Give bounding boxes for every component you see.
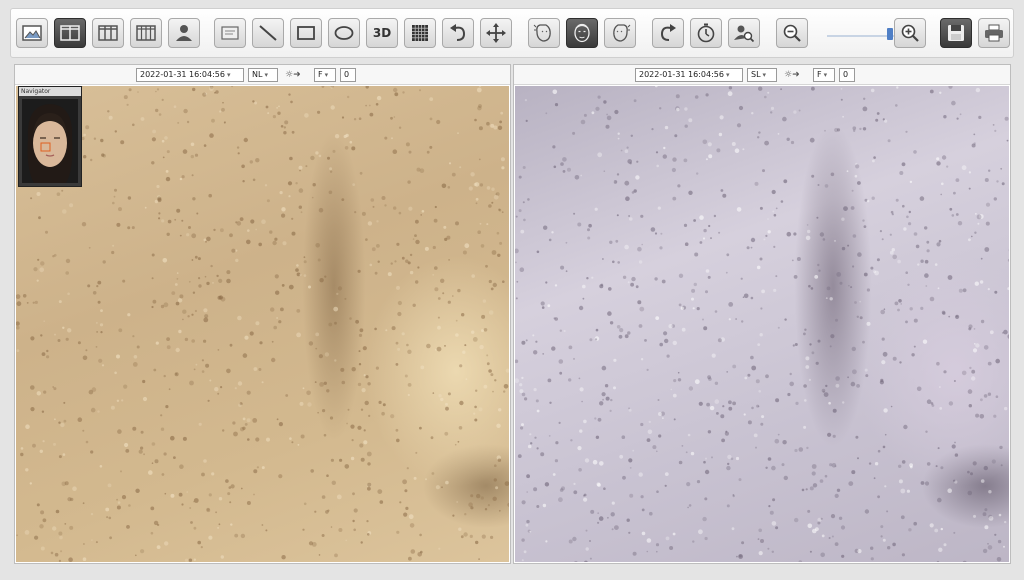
timer-button[interactable]: [690, 18, 722, 48]
left-view: F: [318, 70, 323, 79]
grid-icon: [412, 25, 428, 41]
face-left-button[interactable]: [528, 18, 560, 48]
user-search-icon: [734, 25, 755, 43]
zoom-out-button[interactable]: [776, 18, 808, 48]
chevron-down-icon: ▾: [226, 71, 231, 79]
print-button[interactable]: [978, 18, 1010, 48]
right-light-mode: SL: [751, 70, 761, 79]
layout-two-icon: [60, 25, 80, 41]
face-thumbnail-icon[interactable]: [22, 99, 78, 183]
right-view: F: [817, 70, 822, 79]
zoom-in-button[interactable]: [894, 18, 926, 48]
layout-four-button[interactable]: [130, 18, 162, 48]
print-icon: [985, 24, 1003, 42]
left-skin-image[interactable]: [16, 86, 509, 562]
right-skin-texture: [515, 86, 1009, 562]
light-direction-icon[interactable]: ☼➜: [285, 68, 301, 82]
right-counter: 0: [839, 68, 855, 82]
move-button[interactable]: [480, 18, 512, 48]
undo-button[interactable]: [442, 18, 474, 48]
left-counter: 0: [340, 68, 356, 82]
grid-button[interactable]: [404, 18, 436, 48]
face-front-icon: [574, 23, 590, 43]
rectangle-button[interactable]: [290, 18, 322, 48]
3d-button[interactable]: 3D: [366, 18, 398, 48]
undo-icon: [450, 24, 466, 41]
face-left-icon: [533, 24, 551, 42]
line-button[interactable]: [252, 18, 284, 48]
left-counter-value: 0: [344, 70, 350, 79]
user-button[interactable]: [168, 18, 200, 48]
3d-icon: 3D: [372, 26, 392, 40]
layout-three-button[interactable]: [92, 18, 124, 48]
left-view-select[interactable]: F ▾: [314, 68, 336, 82]
navigator-title: Navigator: [19, 87, 81, 96]
chevron-down-icon: ▾: [823, 71, 828, 79]
light-direction-icon[interactable]: ☼➜: [784, 68, 800, 82]
layout-two-button[interactable]: [54, 18, 86, 48]
left-light-mode-select[interactable]: NL ▾: [248, 68, 278, 82]
right-counter-value: 0: [843, 70, 849, 79]
textbox-button[interactable]: [214, 18, 246, 48]
left-datetime: 2022-01-31 16:04:56: [140, 70, 225, 79]
image-icon: [22, 25, 42, 41]
zoom-slider[interactable]: [827, 28, 897, 40]
navigator-panel[interactable]: Navigator: [18, 86, 82, 187]
redo-icon: [660, 24, 676, 41]
timer-icon: [697, 23, 715, 43]
zoom-in-icon: [901, 24, 919, 42]
image-button[interactable]: [16, 18, 48, 48]
right-pane-header: 2022-01-31 16:04:56 ▾ SL ▾ ☼➜ F ▾ 0: [514, 65, 1010, 85]
save-icon: [948, 25, 964, 41]
face-right-button[interactable]: [604, 18, 636, 48]
right-view-select[interactable]: F ▾: [813, 68, 835, 82]
ellipse-button[interactable]: [328, 18, 360, 48]
face-front-button[interactable]: [566, 18, 598, 48]
toolbar: 3D: [10, 8, 1014, 58]
user-icon: [176, 25, 192, 41]
right-skin-image[interactable]: [515, 86, 1009, 562]
left-pane-header: 2022-01-31 16:04:56 ▾ NL ▾ ☼➜ F ▾ 0: [15, 65, 510, 85]
left-image-pane[interactable]: 2022-01-31 16:04:56 ▾ NL ▾ ☼➜ F ▾ 0: [14, 64, 511, 564]
right-datetime: 2022-01-31 16:04:56: [639, 70, 724, 79]
left-light-mode: NL: [252, 70, 263, 79]
move-icon: [486, 23, 506, 43]
layout-four-icon: [136, 25, 156, 41]
textbox-icon: [221, 26, 239, 40]
chevron-down-icon: ▾: [725, 71, 730, 79]
user-search-button[interactable]: [728, 18, 760, 48]
app-window: 3D 2022-01-31 16:04:56 ▾ NL ▾ ☼➜ F ▾ 0 2…: [0, 0, 1024, 580]
rectangle-icon: [297, 26, 315, 40]
left-skin-texture: [16, 86, 509, 562]
chevron-down-icon: ▾: [324, 71, 329, 79]
ellipse-icon: [334, 26, 354, 40]
line-icon: [259, 25, 277, 41]
redo-button[interactable]: [652, 18, 684, 48]
right-light-mode-select[interactable]: SL ▾: [747, 68, 777, 82]
right-datetime-select[interactable]: 2022-01-31 16:04:56 ▾: [635, 68, 743, 82]
zoom-out-icon: [783, 24, 801, 42]
chevron-down-icon: ▾: [762, 71, 767, 79]
left-datetime-select[interactable]: 2022-01-31 16:04:56 ▾: [136, 68, 244, 82]
save-button[interactable]: [940, 18, 972, 48]
right-image-pane[interactable]: 2022-01-31 16:04:56 ▾ SL ▾ ☼➜ F ▾ 0: [513, 64, 1011, 564]
zoom-slider-thumb[interactable]: [887, 28, 893, 40]
face-right-icon: [613, 24, 631, 42]
layout-three-icon: [98, 25, 118, 41]
chevron-down-icon: ▾: [264, 71, 268, 79]
